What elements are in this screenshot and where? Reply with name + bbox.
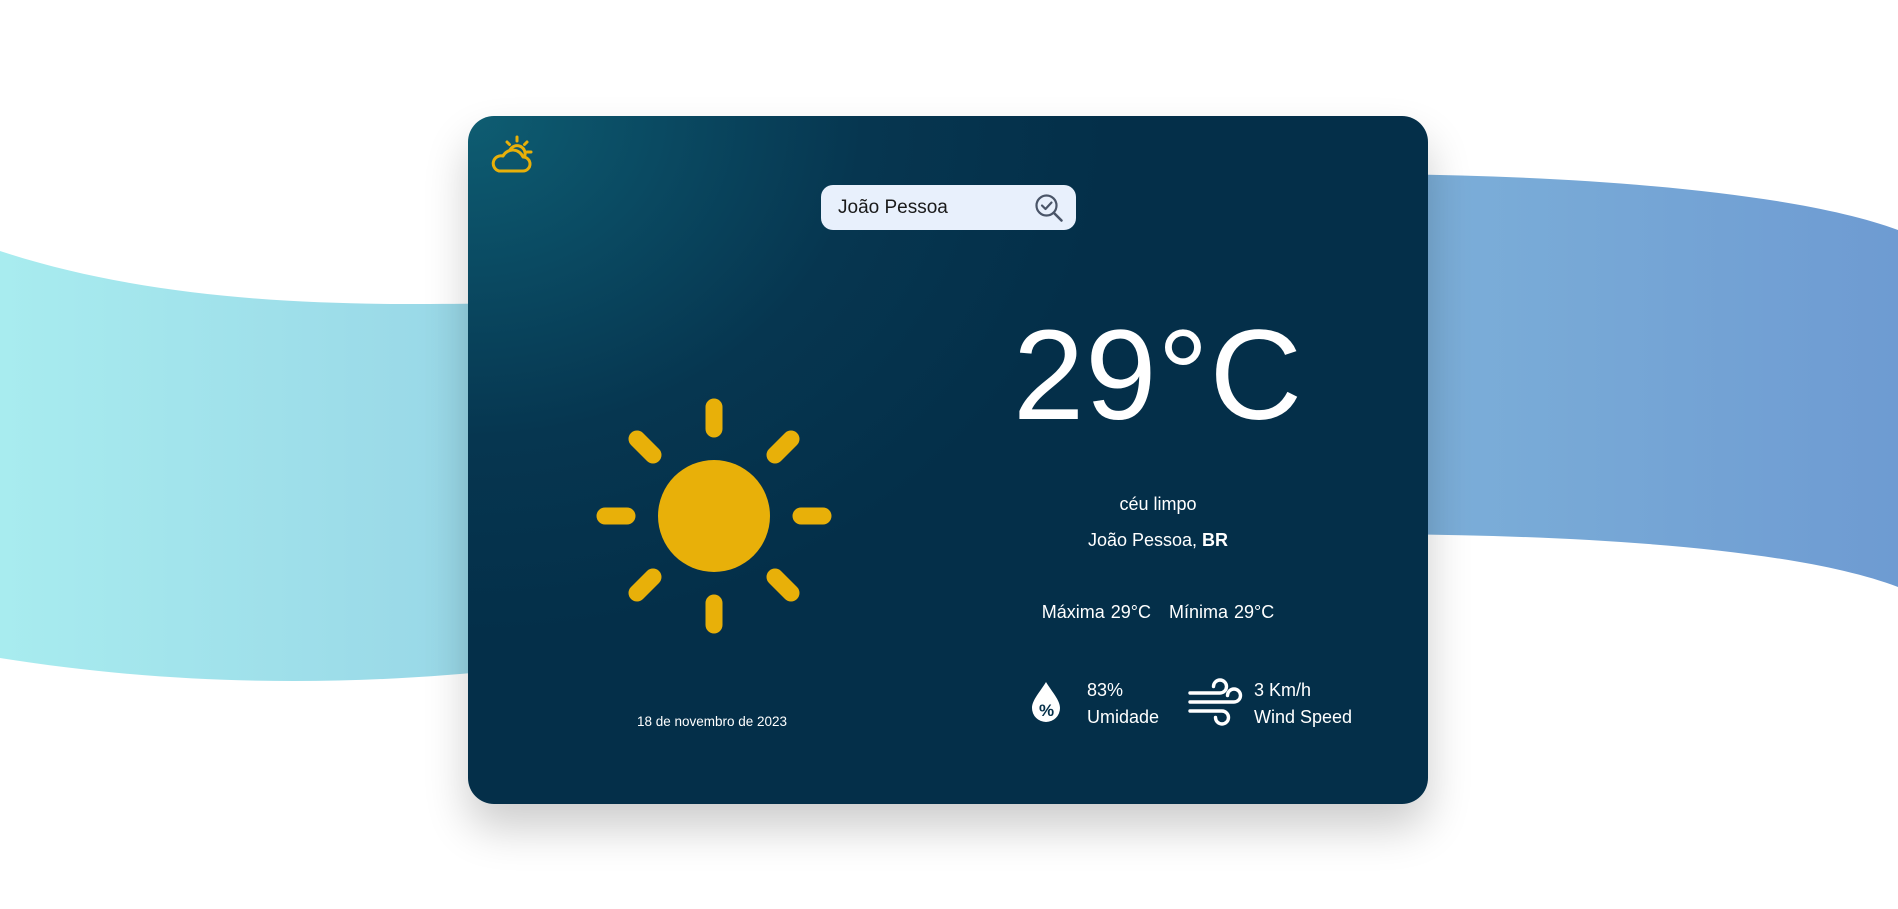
svg-text:%: % — [1039, 701, 1054, 720]
wind-speed-value: 3 Km/h — [1254, 680, 1312, 700]
weather-card: 18 de novembro de 2023 29°C céu limpo Jo… — [468, 116, 1428, 804]
city-name: João Pessoa, — [1087, 530, 1198, 550]
wind-icon — [1188, 678, 1243, 726]
location-label: João Pessoa, BR — [1018, 530, 1298, 551]
search-icon — [1035, 194, 1063, 222]
wind-speed-label: Wind Speed — [1254, 707, 1353, 727]
humidity-value: 83% — [1087, 680, 1124, 700]
date-label: 18 de novembro de 2023 — [636, 714, 788, 729]
humidity-label: Umidade — [1087, 707, 1160, 727]
sun-icon — [596, 398, 832, 634]
weather-description: céu limpo — [1119, 494, 1197, 514]
country-code: BR — [1202, 530, 1229, 550]
humidity-icon: % — [1032, 682, 1060, 722]
partly-cloudy-icon — [491, 135, 533, 173]
min-temperature: Mínima 29°C — [1169, 602, 1275, 622]
min-max-temperature: Máxima 29°C Mínima 29°C — [988, 602, 1328, 623]
humidity-info: 83% Umidade — [1087, 677, 1159, 731]
search-input[interactable] — [838, 185, 1028, 230]
max-temperature: Máxima 29°C — [1041, 602, 1151, 622]
search-button[interactable] — [1033, 192, 1065, 224]
search-bar — [821, 185, 1076, 230]
temperature-value: 29°C — [1013, 304, 1303, 447]
wind-info: 3 Km/h Wind Speed — [1254, 677, 1352, 731]
